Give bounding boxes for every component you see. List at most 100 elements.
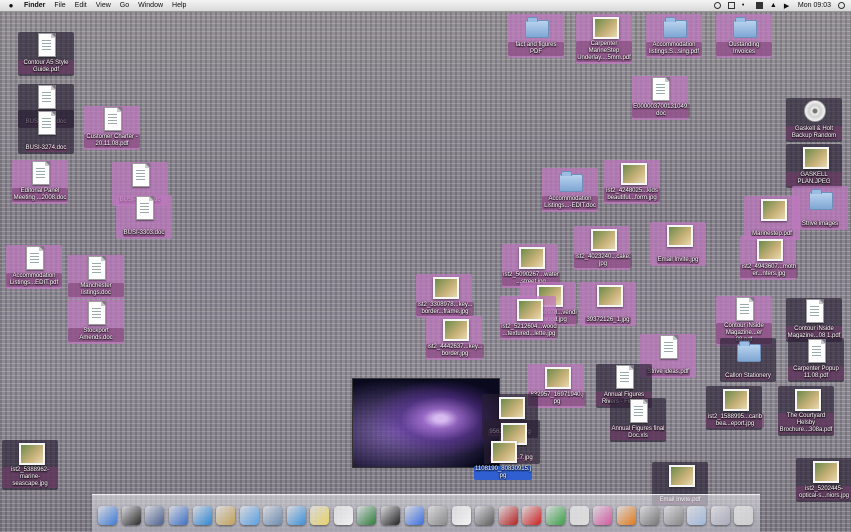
desktop-icon[interactable]: Accommodation Listings...EDIT.pdf — [6, 245, 62, 289]
dock-documents-stack-icon[interactable] — [687, 506, 707, 525]
desktop-icon-label: Accommodation Listings...EDIT.pdf — [6, 273, 62, 287]
desktop-icon[interactable]: BUSI-3303.doc — [116, 195, 172, 239]
desktop-icon[interactable]: Contour iNside Magazine...08 1.pdf — [786, 298, 842, 342]
photo-icon — [802, 144, 829, 170]
menu-view[interactable]: View — [96, 2, 111, 9]
menu-go[interactable]: Go — [120, 2, 129, 9]
desktop-icon[interactable]: GASKELL PLAN.JPEG — [786, 144, 842, 188]
desktop-icon[interactable]: Carpenter MarineStep Underlay....5mm.pdf — [576, 14, 632, 64]
dock-ichat-icon[interactable] — [286, 506, 306, 525]
dock-misc-1-icon[interactable] — [640, 506, 660, 525]
dock-mail-stamp-icon[interactable] — [216, 506, 236, 525]
desktop-icon[interactable]: E000003700131049.doc — [632, 76, 690, 120]
desktop-icon[interactable]: Carpenter Popup 11.08.pdf — [788, 338, 844, 382]
dock-time-machine-icon[interactable] — [357, 506, 377, 525]
desktop-icon[interactable]: Gaskell & Holt Backup Random — [786, 98, 842, 142]
desktop-icon[interactable]: ist2_4943607...mother...nters.jpg — [740, 236, 798, 280]
spotlight-search-icon[interactable] — [838, 2, 845, 9]
desktop-icon[interactable]: ist2_4248025...kids beautiful...form.jpg — [604, 160, 660, 204]
desktop-icon[interactable]: ist2_4442637...key...border.jpg — [426, 316, 484, 360]
desktop-icon[interactable]: fact and figures PDF — [508, 14, 564, 58]
dock-acrobat-icon[interactable] — [498, 506, 518, 525]
desktop-icon-label: The Courtyard Helsby Brochure...308a.pdf — [778, 413, 834, 434]
dock-sticky-icon[interactable] — [310, 506, 330, 525]
dock-trash-icon[interactable] — [734, 506, 754, 525]
desktop-icon[interactable]: Callon Stationery — [720, 338, 776, 382]
dock-app-store-icon[interactable] — [404, 506, 424, 525]
dock-firefox-icon[interactable] — [616, 506, 636, 525]
dock-itunes-icon[interactable] — [239, 506, 259, 525]
photo-icon — [722, 386, 749, 412]
dock-finder-icon[interactable] — [98, 506, 118, 525]
photo-icon — [756, 236, 783, 262]
menu-help[interactable]: Help — [172, 2, 186, 9]
desktop-icon[interactable]: Accommodation Listings...-EDIT.doc — [542, 168, 598, 212]
photo-icon — [544, 364, 571, 390]
desktop-icon[interactable]: ist2_5212604...wood...textured...lette.j… — [500, 296, 558, 340]
sync-icon[interactable] — [727, 2, 735, 9]
dock-misc-2-icon[interactable] — [663, 506, 683, 525]
dock-system-prefs-icon[interactable] — [428, 506, 448, 525]
photo-icon — [442, 316, 469, 342]
doc-icon — [128, 162, 152, 188]
desktop-icon[interactable]: ist2_5388962-marine-seascape.jpg — [2, 440, 58, 490]
doc-icon — [84, 300, 108, 326]
menu-file[interactable]: File — [54, 2, 65, 9]
dock-preview-icon[interactable] — [145, 506, 165, 525]
folder-icon — [524, 14, 549, 40]
doc-icon — [34, 32, 58, 58]
time-machine-icon[interactable] — [713, 2, 721, 9]
dock-safari-icon[interactable] — [192, 506, 212, 525]
dock-ical-video-icon[interactable] — [168, 506, 188, 525]
desktop-icon[interactable]: Oustanding Invoices — [716, 14, 772, 58]
desktop-icon[interactable]: Stockport Amends.doc — [68, 300, 124, 344]
menu-clock[interactable]: Mon 09:03 — [798, 2, 831, 9]
dock-textedit-icon[interactable] — [451, 506, 471, 525]
desktop-icon[interactable]: ist2_5202445-optical-s...niors.jpg — [796, 458, 851, 502]
desktop-icon[interactable]: ist2_3308978...key...border...frame.jpg — [416, 274, 474, 318]
dock-dashboard-icon[interactable] — [121, 506, 141, 525]
menu-finder[interactable]: Finder — [24, 2, 45, 9]
dock-grapher-icon[interactable] — [569, 506, 589, 525]
desktop-icon[interactable]: Email Invite.jpg — [650, 222, 706, 266]
doc-icon — [28, 160, 52, 186]
desktop-icon[interactable]: 1108190_80830915.jpg — [474, 438, 532, 482]
desktop-icon[interactable]: Annual Figures final Doc.xls — [610, 398, 666, 442]
desktop-icon[interactable]: Strive images — [792, 186, 848, 230]
dock-photobooth-icon[interactable] — [381, 506, 401, 525]
dock-flower-icon[interactable] — [593, 506, 613, 525]
dock-downloads-stack-icon[interactable] — [710, 506, 730, 525]
desktop-icon[interactable]: Manchester listings.doc — [68, 255, 124, 299]
wifi-icon[interactable]: ▲ — [770, 2, 777, 9]
dock — [92, 494, 760, 532]
desktop-icon[interactable]: Contour A5 Style Guide.pdf — [18, 32, 74, 76]
desktop-icon-label: Customer Charter - 20.11.08.pdf — [84, 134, 140, 148]
desktop-icon[interactable]: ist2_1588995...caribbea...eport.jpg — [706, 386, 764, 430]
menu-edit[interactable]: Edit — [75, 2, 87, 9]
dock-iphoto-icon[interactable] — [263, 506, 283, 525]
bluetooth-icon[interactable]: • — [742, 2, 749, 9]
photo-icon — [620, 160, 647, 186]
doc-icon — [656, 334, 680, 360]
menu-bar: ● Finder File Edit View Go Window Help •… — [0, 0, 851, 12]
dock-calendar-icon[interactable] — [333, 506, 353, 525]
desktop-icon[interactable]: ist2_4023240...cake.jpg — [574, 226, 632, 270]
desktop-icon-label: Email Invite.jpg — [656, 257, 700, 264]
desktop-icon[interactable]: 39372126_1.jpg — [580, 282, 636, 326]
display-icon[interactable] — [755, 2, 763, 9]
desktop-icon-label: ist2_4248025...kids beautiful...form.jpg — [604, 188, 660, 202]
volume-icon[interactable]: ▶ — [784, 2, 791, 10]
dock-graph-icon[interactable] — [545, 506, 565, 525]
desktop-icon[interactable]: The Courtyard Helsby Brochure...308a.pdf — [778, 386, 834, 436]
desktop-icon-label: Editorial Panel Meeting ...2008.doc — [12, 188, 68, 202]
desktop-icon[interactable]: BUSI-3274.doc — [18, 110, 74, 154]
doc-icon — [802, 298, 826, 324]
dock-pen-tool-icon[interactable] — [475, 506, 495, 525]
menu-window[interactable]: Window — [138, 2, 163, 9]
dock-acrobat-2-icon[interactable] — [522, 506, 542, 525]
desktop-icon[interactable]: Accommodation listings.S...sing.pdf — [646, 14, 702, 58]
photo-icon — [518, 244, 545, 270]
desktop-icon[interactable]: Customer Charter - 20.11.08.pdf — [84, 106, 140, 150]
apple-menu-icon[interactable]: ● — [4, 1, 18, 10]
desktop-icon[interactable]: Editorial Panel Meeting ...2008.doc — [12, 160, 68, 204]
